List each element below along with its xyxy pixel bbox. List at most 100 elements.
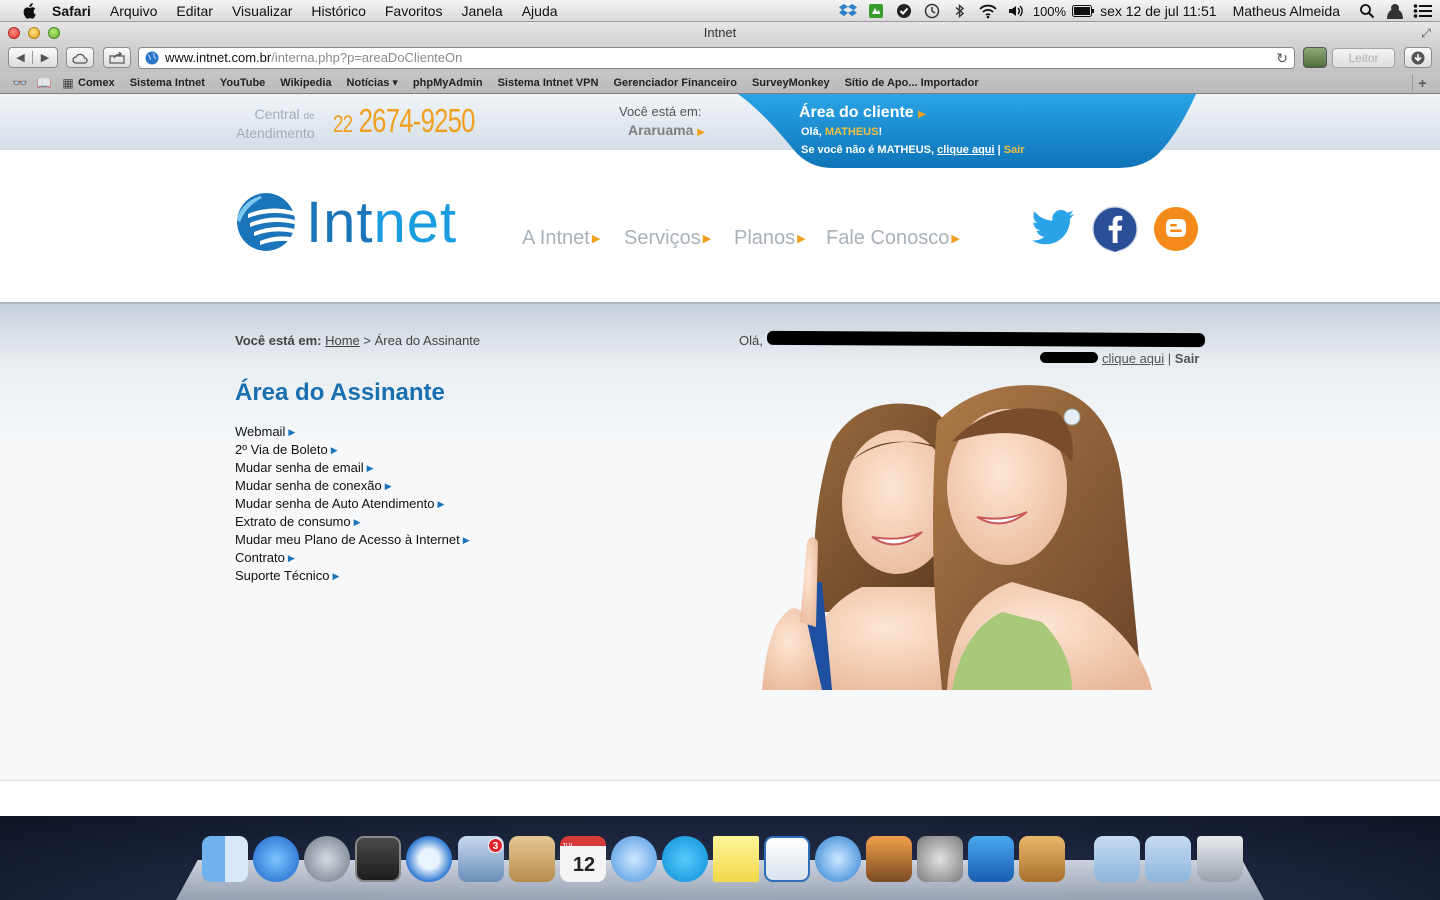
url-path: /interna.php?p=areaDoClienteOn [271,50,463,65]
nav-planos[interactable]: Planos ▶ [734,227,806,250]
menu-favoritos[interactable]: Favoritos [385,3,443,19]
reminders-icon[interactable] [764,836,810,882]
support-phone: 22 2674-9250 [333,102,476,139]
intnet-logo-text[interactable]: Intnet [306,189,457,256]
bookmark-noticias-folder[interactable]: Notícias ▾ [347,76,398,89]
click-here-link[interactable]: clique aqui [1102,351,1164,366]
menu-editar[interactable]: Editar [176,3,213,19]
clock[interactable]: sex 12 de jul 11:51 [1100,3,1217,19]
back-icon[interactable]: ◀ [9,51,33,64]
user-icon[interactable] [1384,2,1406,20]
nav-fale-conosco[interactable]: Fale Conosco ▶ [826,227,960,250]
facebook-icon[interactable] [1092,206,1138,252]
system-preferences-icon[interactable] [917,836,963,882]
bookmark-sitio-importador[interactable]: Sítio de Apo... Importador [845,77,979,89]
trash-icon[interactable] [1197,836,1243,882]
bluetooth-icon[interactable] [949,2,971,20]
bookmark-phpmyadmin[interactable]: phpMyAdmin [413,77,483,89]
download-icon [1411,51,1425,64]
client-logout-link[interactable]: Sair [1004,144,1025,156]
battery-icon[interactable] [1072,2,1095,20]
menu-safari[interactable]: Safari [52,3,91,19]
iphoto-icon[interactable] [866,836,912,882]
word-icon[interactable] [968,836,1014,882]
link-extrato-consumo[interactable]: Extrato de consumo ▶ [235,513,470,531]
bookmark-sistema-intnet[interactable]: Sistema Intnet [130,77,205,89]
nav-a-intnet[interactable]: A Intnet ▶ [522,227,600,250]
client-click-here-link[interactable]: clique aqui [937,144,994,156]
zoom-window-button[interactable] [48,27,60,39]
launchpad-icon[interactable] [304,836,350,882]
downloads-folder-icon[interactable] [1145,836,1191,882]
notification-list-icon[interactable] [1412,2,1434,20]
top-sites-grid-icon[interactable]: ▦ [58,76,78,90]
share-button[interactable] [103,47,131,68]
skype-icon[interactable] [662,836,708,882]
menu-janela[interactable]: Janela [461,3,502,19]
fullscreen-icon[interactable]: ⤢ [1418,25,1434,41]
bookmark-comex[interactable]: Comex [78,77,115,89]
location-city-link[interactable]: Araruama ▶ [628,122,705,138]
new-tab-icon[interactable]: + [1412,75,1432,91]
link-mudar-senha-auto-atendimento[interactable]: Mudar senha de Auto Atendimento ▶ [235,495,470,513]
top-strip [0,94,1440,150]
spotlight-icon[interactable] [1356,2,1378,20]
bookmark-gerenciador-financeiro[interactable]: Gerenciador Financeiro [613,77,736,89]
web-page: Central de Atendimento 22 2674-9250 Você… [0,94,1440,816]
reload-icon[interactable]: ↻ [1276,48,1288,68]
bookmark-sistema-intnet-vpn[interactable]: Sistema Intnet VPN [498,77,599,89]
menu-arquivo[interactable]: Arquivo [110,3,157,19]
link-mudar-plano[interactable]: Mudar meu Plano de Acesso à Internet ▶ [235,531,470,549]
wifi-icon[interactable] [977,2,999,20]
documents-folder-icon[interactable] [1094,836,1140,882]
reading-list-icon[interactable]: 👓 [10,76,30,90]
menu-ajuda[interactable]: Ajuda [522,3,558,19]
menu-historico[interactable]: Histórico [311,3,365,19]
link-contrato[interactable]: Contrato ▶ [235,549,470,567]
photo-booth-icon[interactable] [355,836,401,882]
address-bar[interactable]: www.intnet.com.br/interna.php?p=areaDoCl… [138,47,1295,69]
volume-icon[interactable] [1005,2,1027,20]
app-store-icon[interactable] [253,836,299,882]
itunes-icon[interactable] [815,836,861,882]
breadcrumb-home-link[interactable]: Home [325,333,360,348]
messages-icon[interactable] [611,836,657,882]
bookmark-surveymonkey[interactable]: SurveyMonkey [752,77,830,89]
content-area: Você está em: Home > Área do Assinante O… [0,302,1440,780]
evernote-icon[interactable] [865,2,887,20]
link-webmail[interactable]: Webmail ▶ [235,423,470,441]
user-name[interactable]: Matheus Almeida [1233,3,1340,19]
finder-icon[interactable] [202,836,248,882]
menu-visualizar[interactable]: Visualizar [232,3,292,19]
close-window-button[interactable] [8,27,20,39]
nav-servicos[interactable]: Serviços ▶ [624,227,711,250]
bookmark-youtube[interactable]: YouTube [220,77,265,89]
link-mudar-senha-email[interactable]: Mudar senha de email ▶ [235,459,470,477]
link-suporte-tecnico[interactable]: Suporte Técnico ▶ [235,567,470,585]
reader-button[interactable]: Leitor [1332,48,1395,68]
blogger-icon[interactable] [1153,206,1199,252]
check-icon[interactable] [893,2,915,20]
link-segunda-via-boleto[interactable]: 2º Via de Boleto ▶ [235,441,470,459]
bookmark-wikipedia[interactable]: Wikipedia [280,77,331,89]
minimize-window-button[interactable] [28,27,40,39]
notes-icon[interactable] [713,836,759,882]
safari-icon[interactable] [406,836,452,882]
bookmarks-book-icon[interactable]: 📖 [34,76,54,90]
client-area-title[interactable]: Área do cliente ▶ [799,104,926,122]
apple-icon[interactable] [20,2,38,19]
downloads-button[interactable] [1404,47,1432,68]
forward-icon[interactable]: ▶ [33,51,57,64]
package-icon[interactable] [1019,836,1065,882]
intnet-logo-icon[interactable] [236,192,296,252]
mail-badge: 3 [488,838,503,853]
extension-button[interactable] [1303,47,1327,68]
logout-link[interactable]: Sair [1175,351,1200,366]
contacts-icon[interactable] [509,836,555,882]
twitter-icon[interactable] [1030,206,1076,252]
dropbox-icon[interactable] [837,2,859,20]
time-machine-icon[interactable] [921,2,943,20]
link-mudar-senha-conexao[interactable]: Mudar senha de conexão ▶ [235,477,470,495]
icloud-tabs-button[interactable] [66,47,94,68]
url-host: www.intnet.com.br [165,50,272,65]
